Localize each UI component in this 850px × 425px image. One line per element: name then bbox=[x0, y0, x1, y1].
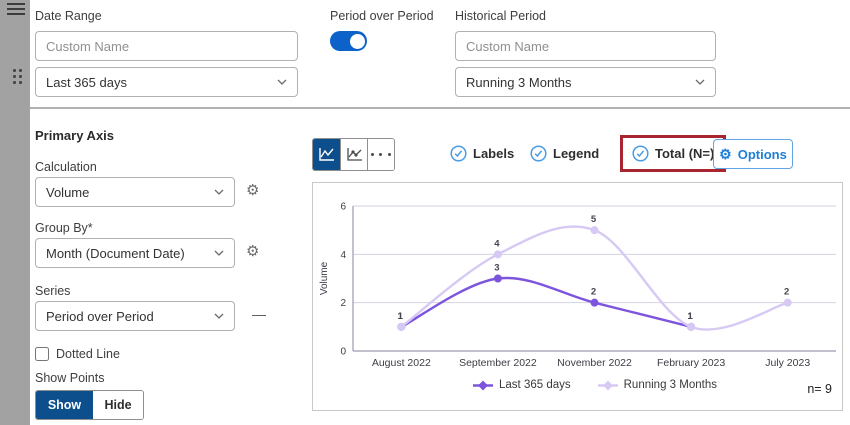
toggle-knob bbox=[350, 34, 365, 49]
svg-text:5: 5 bbox=[591, 214, 597, 225]
svg-text:2: 2 bbox=[784, 287, 789, 298]
line-chart-canvas: 0 2 4 6 Volume August 2022 September 2022 Novem… bbox=[313, 183, 842, 382]
series-remove-minus-icon[interactable]: — bbox=[252, 307, 266, 321]
svg-text:February 2023: February 2023 bbox=[657, 357, 725, 369]
svg-text:4: 4 bbox=[340, 250, 346, 261]
chevron-down-icon bbox=[214, 189, 224, 195]
drag-handle-icon[interactable] bbox=[13, 69, 23, 84]
legend-marker-icon bbox=[597, 380, 619, 391]
group-by-selected-value: Month (Document Date) bbox=[46, 246, 185, 261]
total-n-toggle[interactable]: Total (N=) bbox=[632, 145, 714, 162]
legend-toggle[interactable]: Legend bbox=[530, 145, 599, 162]
group-by-settings-gear-icon[interactable]: ⚙ bbox=[246, 244, 259, 259]
svg-text:3: 3 bbox=[494, 263, 499, 274]
legend-item-label: Running 3 Months bbox=[624, 379, 717, 391]
svg-text:6: 6 bbox=[340, 202, 346, 213]
chevron-down-icon bbox=[695, 79, 705, 85]
primary-axis-title: Primary Axis bbox=[35, 128, 114, 143]
line-chart-icon bbox=[318, 147, 335, 162]
period-over-period-label: Period over Period bbox=[330, 9, 434, 23]
dotted-line-checkbox[interactable] bbox=[35, 347, 49, 361]
show-points-segmented-control: Show Hide bbox=[35, 390, 144, 420]
svg-text:August 2022: August 2022 bbox=[372, 357, 431, 369]
historical-period-select[interactable]: Running 3 Months bbox=[455, 67, 716, 97]
hide-button[interactable]: Hide bbox=[93, 391, 143, 419]
line-points-chart-icon bbox=[346, 147, 363, 162]
sample-size-label: n= 9 bbox=[807, 382, 832, 396]
labels-toggle[interactable]: Labels bbox=[450, 145, 514, 162]
chart-container: 0 2 4 6 Volume August 2022 September 2022 Novem… bbox=[312, 182, 843, 411]
check-circle-icon bbox=[450, 145, 467, 162]
chevron-down-icon bbox=[277, 79, 287, 85]
svg-text:July 2023: July 2023 bbox=[765, 357, 810, 369]
calculation-label: Calculation bbox=[35, 160, 97, 174]
group-by-select[interactable]: Month (Document Date) bbox=[35, 238, 235, 268]
svg-text:1: 1 bbox=[398, 311, 404, 322]
chart-legend: Last 365 days Running 3 Months bbox=[353, 379, 836, 391]
date-range-custom-name-input[interactable] bbox=[35, 31, 298, 61]
hamburger-menu-icon[interactable] bbox=[7, 3, 25, 18]
svg-text:2: 2 bbox=[591, 287, 596, 298]
check-circle-icon bbox=[530, 145, 547, 162]
show-points-label: Show Points bbox=[35, 371, 104, 385]
series-select[interactable]: Period over Period bbox=[35, 301, 235, 331]
date-range-select[interactable]: Last 365 days bbox=[35, 67, 298, 97]
historical-period-selected-value: Running 3 Months bbox=[466, 75, 572, 90]
analytics-widget-editor: Date Range Last 365 days Period over Per… bbox=[0, 0, 850, 425]
section-divider bbox=[30, 107, 850, 109]
historical-period-label: Historical Period bbox=[455, 9, 546, 23]
chevron-down-icon bbox=[214, 313, 224, 319]
legend-item-label: Last 365 days bbox=[499, 379, 571, 391]
date-range-selected-value: Last 365 days bbox=[46, 75, 127, 90]
legend-marker-icon bbox=[472, 380, 494, 391]
chevron-down-icon bbox=[214, 250, 224, 256]
svg-text:Volume: Volume bbox=[319, 261, 330, 295]
legend-toggle-label: Legend bbox=[553, 146, 599, 161]
svg-text:1: 1 bbox=[687, 311, 693, 322]
gear-icon: ⚙ bbox=[719, 146, 732, 163]
options-button-label: Options bbox=[738, 147, 787, 162]
line-chart-type-button[interactable] bbox=[313, 139, 340, 170]
labels-toggle-label: Labels bbox=[473, 146, 514, 161]
check-circle-icon bbox=[632, 145, 649, 162]
svg-text:September 2022: September 2022 bbox=[459, 357, 537, 369]
left-rail bbox=[0, 0, 30, 425]
svg-text:November 2022: November 2022 bbox=[557, 357, 632, 369]
series-label: Series bbox=[35, 284, 70, 298]
period-over-period-toggle[interactable] bbox=[330, 31, 367, 51]
dotted-line-label: Dotted Line bbox=[56, 347, 120, 361]
date-range-label: Date Range bbox=[35, 9, 102, 23]
total-n-highlight-box: Total (N=) bbox=[620, 135, 726, 172]
options-button[interactable]: ⚙ Options bbox=[713, 139, 793, 169]
svg-text:0: 0 bbox=[340, 347, 346, 358]
svg-text:4: 4 bbox=[494, 238, 500, 249]
total-n-toggle-label: Total (N=) bbox=[655, 146, 714, 161]
calculation-select[interactable]: Volume bbox=[35, 177, 235, 207]
historical-period-custom-name-input[interactable] bbox=[455, 31, 716, 61]
line-points-chart-type-button[interactable] bbox=[340, 139, 367, 170]
group-by-label: Group By* bbox=[35, 221, 93, 235]
show-button[interactable]: Show bbox=[36, 391, 93, 419]
legend-item[interactable]: Last 365 days bbox=[472, 379, 571, 391]
chart-more-options-kebab-icon[interactable] bbox=[367, 139, 394, 170]
calculation-settings-gear-icon[interactable]: ⚙ bbox=[246, 183, 259, 198]
chart-type-segmented-control bbox=[312, 138, 395, 171]
series-selected-value: Period over Period bbox=[46, 309, 154, 324]
legend-item[interactable]: Running 3 Months bbox=[597, 379, 717, 391]
calculation-selected-value: Volume bbox=[46, 185, 89, 200]
svg-text:2: 2 bbox=[340, 298, 346, 309]
